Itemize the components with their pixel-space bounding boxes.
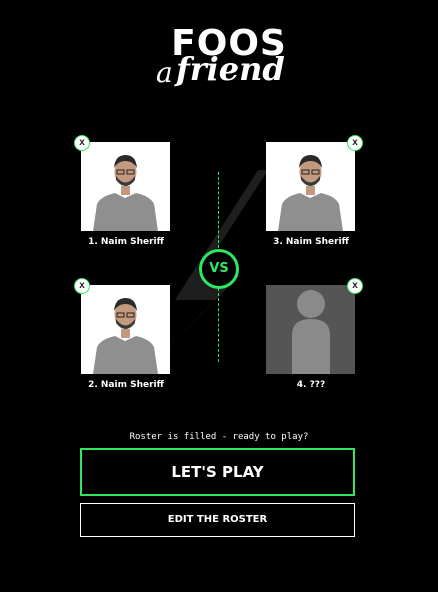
edit-roster-button[interactable]: EDIT THE ROSTER <box>80 503 355 537</box>
remove-player-4-button[interactable]: x <box>347 278 363 294</box>
remove-player-3-button[interactable]: x <box>347 135 363 151</box>
vs-badge: VS <box>199 249 239 289</box>
player-photo <box>81 142 170 231</box>
center-divider-bottom <box>218 288 219 362</box>
center-divider-top <box>218 172 219 248</box>
app-logo: FOOS a friend <box>0 26 438 96</box>
logo-friend-text: friend <box>176 50 285 88</box>
player-name-1: 1. Naim Sheriff <box>88 237 164 247</box>
player-photo <box>266 142 355 231</box>
placeholder-avatar-icon <box>266 285 355 374</box>
lets-play-button[interactable]: LET'S PLAY <box>80 448 355 496</box>
player-card-1[interactable] <box>81 142 170 231</box>
player-name-2: 2. Naim Sheriff <box>88 380 164 390</box>
logo-a-text: a <box>156 56 173 89</box>
player-card-4[interactable] <box>266 285 355 374</box>
player-card-2[interactable] <box>81 285 170 374</box>
remove-player-1-button[interactable]: x <box>74 135 90 151</box>
player-name-3: 3. Naim Sheriff <box>273 237 349 247</box>
player-card-3[interactable] <box>266 142 355 231</box>
player-photo <box>81 285 170 374</box>
player-name-4: 4. ??? <box>296 380 326 390</box>
roster-status-text: Roster is filled - ready to play? <box>129 432 309 442</box>
remove-player-2-button[interactable]: x <box>74 278 90 294</box>
